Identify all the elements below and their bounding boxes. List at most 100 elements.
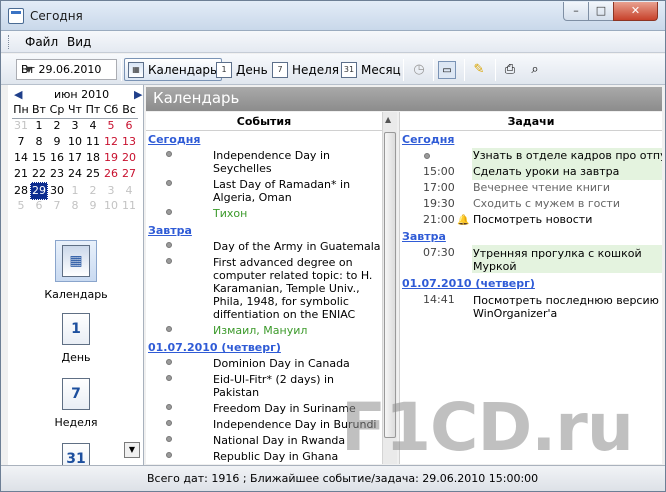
calendar-day[interactable]: 11 <box>120 198 138 214</box>
task-row[interactable]: Узнать в отделе кадров про отпуск <box>400 148 662 164</box>
event-row[interactable]: Day of the Army in Guatemala <box>146 239 382 255</box>
nav-week[interactable]: 7 Неделя <box>8 378 144 429</box>
task-row[interactable]: 17:00 Вечернее чтение книги <box>400 180 662 196</box>
calendar-day[interactable]: 6 <box>120 118 138 134</box>
dow-label: Сб <box>102 102 120 119</box>
event-text: First advanced degree on computer relate… <box>213 256 373 321</box>
close-button[interactable]: ✕ <box>613 2 658 21</box>
date-picker[interactable]: Вт 29.06.2010 ▼ <box>16 59 117 80</box>
calendar-day[interactable]: 2 <box>84 183 102 199</box>
status-text: Всего дат: 1916 ; Ближайшее событие/зада… <box>147 472 539 485</box>
calendar-day[interactable]: 11 <box>84 134 102 150</box>
calendar-day[interactable]: 14 <box>12 150 30 166</box>
chevron-down-icon[interactable]: ▼ <box>21 60 37 79</box>
reminder-icon[interactable]: ✎ <box>470 61 488 79</box>
events-group-title[interactable]: Завтра <box>146 223 382 239</box>
calendar-day[interactable]: 5 <box>12 198 30 214</box>
layout-icon[interactable]: ▭ <box>438 61 456 79</box>
tasks-group-title[interactable]: Сегодня <box>400 132 662 148</box>
left-panel: ◀ июн 2010 ▶ Пн Вт Ср Чт Пт Сб Вс 31 1 2 3 4 5 6 7 8 9 10… <box>8 85 144 465</box>
event-row[interactable]: Тихон <box>146 206 382 222</box>
calendar-day[interactable]: 4 <box>120 183 138 199</box>
calendar-day[interactable]: 20 <box>120 150 138 166</box>
event-row[interactable]: Independence Day in Seychelles <box>146 148 382 177</box>
view-calendar-button[interactable]: ▦ Календарь <box>124 58 223 81</box>
task-row[interactable]: 14:41 Посмотреть последнюю версию WinOrga… <box>400 292 662 322</box>
tasks-group-title[interactable]: 01.07.2010 (четверг) <box>400 276 662 292</box>
month-icon: 31 <box>62 443 90 465</box>
menu-bar: Файл Вид <box>1 31 665 53</box>
calendar-day[interactable]: 31 <box>12 118 30 134</box>
print-icon[interactable]: ⎙ <box>501 61 519 79</box>
calendar-day[interactable]: 27 <box>120 166 138 182</box>
events-group-title[interactable]: 01.07.2010 (четверг) <box>146 340 382 356</box>
event-row[interactable]: Dominion Day in Canada <box>146 356 382 372</box>
calendar-day[interactable]: 2 <box>48 118 66 134</box>
calendar-day[interactable]: 9 <box>84 198 102 214</box>
calendar-day[interactable]: 23 <box>48 166 66 182</box>
calendar-day[interactable]: 10 <box>102 198 120 214</box>
calendar-day[interactable]: 5 <box>102 118 120 134</box>
calendar-day[interactable]: 24 <box>66 166 84 182</box>
chevron-up-icon[interactable]: ▲ <box>385 115 391 124</box>
mini-calendar-dow-row: Пн Вт Ср Чт Пт Сб Вс <box>12 102 144 119</box>
calendar-icon: ▦ <box>62 245 90 277</box>
clock-icon[interactable]: ◷ <box>410 61 428 79</box>
view-month-button[interactable]: 31 Месяц <box>338 58 401 81</box>
calendar-day[interactable]: 7 <box>48 198 66 214</box>
next-month-icon[interactable]: ▶ <box>134 88 142 101</box>
view-week-button[interactable]: 7 Неделя <box>269 58 339 81</box>
calendar-day[interactable]: 28 <box>12 183 30 199</box>
calendar-day[interactable]: 12 <box>102 134 120 150</box>
calendar-day[interactable]: 8 <box>66 198 84 214</box>
calendar-day[interactable]: 18 <box>84 150 102 166</box>
menu-view[interactable]: Вид <box>67 35 91 49</box>
minimize-button[interactable]: – <box>563 2 589 21</box>
calendar-day[interactable]: 1 <box>30 118 48 134</box>
nav-day[interactable]: 1 День <box>8 313 144 364</box>
calendar-day[interactable]: 4 <box>84 118 102 134</box>
window-title: Сегодня <box>30 9 83 23</box>
calendar-day[interactable]: 26 <box>102 166 120 182</box>
task-text: Вечернее чтение книги <box>473 181 610 194</box>
task-text: Посмотреть новости <box>473 213 593 226</box>
calendar-day[interactable]: 3 <box>66 118 84 134</box>
preview-icon[interactable]: ⌕ <box>526 61 544 79</box>
calendar-icon: ▦ <box>128 61 144 78</box>
event-row[interactable]: Last Day of Ramadan* in Algeria, Oman <box>146 177 382 206</box>
mini-calendar-week: 14 15 16 17 18 19 20 <box>12 150 144 166</box>
calendar-day[interactable]: 3 <box>102 183 120 199</box>
calendar-day[interactable]: 15 <box>30 150 48 166</box>
bell-icon: 🔔 <box>457 215 470 226</box>
calendar-day[interactable]: 8 <box>30 134 48 150</box>
task-row[interactable]: 15:00 Сделать уроки на завтра <box>400 164 662 180</box>
calendar-day[interactable]: 7 <box>12 134 30 150</box>
calendar-day[interactable]: 25 <box>84 166 102 182</box>
nav-calendar[interactable]: ▦ Календарь <box>8 240 144 301</box>
task-row[interactable]: 07:30 Утренняя прогулка с кошкой Муркой <box>400 245 662 275</box>
calendar-day[interactable]: 6 <box>30 198 48 214</box>
calendar-day[interactable]: 13 <box>120 134 138 150</box>
calendar-day[interactable]: 21 <box>12 166 30 182</box>
calendar-day[interactable]: 9 <box>48 134 66 150</box>
calendar-day[interactable]: 10 <box>66 134 84 150</box>
calendar-day[interactable]: 30 <box>48 183 66 199</box>
prev-month-icon[interactable]: ◀ <box>14 88 22 101</box>
maximize-button[interactable]: □ <box>588 2 614 21</box>
calendar-day[interactable]: 17 <box>66 150 84 166</box>
view-day-button[interactable]: 1 День <box>213 58 268 81</box>
events-group-title[interactable]: Сегодня <box>146 132 382 148</box>
nav-week-label: Неделя <box>54 416 98 429</box>
calendar-day[interactable]: 1 <box>66 183 84 199</box>
task-row[interactable]: 21:00 🔔 Посмотреть новости <box>400 212 662 228</box>
title-bar[interactable]: Сегодня – □ ✕ <box>1 1 665 31</box>
event-row[interactable]: Измаил, Мануил <box>146 323 382 339</box>
chevron-down-icon[interactable]: ▼ <box>124 442 140 458</box>
tasks-group-title[interactable]: Завтра <box>400 229 662 245</box>
calendar-day[interactable]: 22 <box>30 166 48 182</box>
menu-file[interactable]: Файл <box>25 35 58 49</box>
task-row[interactable]: 19:30 Сходить с мужем в гости <box>400 196 662 212</box>
event-row[interactable]: First advanced degree on computer relate… <box>146 255 382 323</box>
calendar-day[interactable]: 19 <box>102 150 120 166</box>
calendar-day[interactable]: 16 <box>48 150 66 166</box>
